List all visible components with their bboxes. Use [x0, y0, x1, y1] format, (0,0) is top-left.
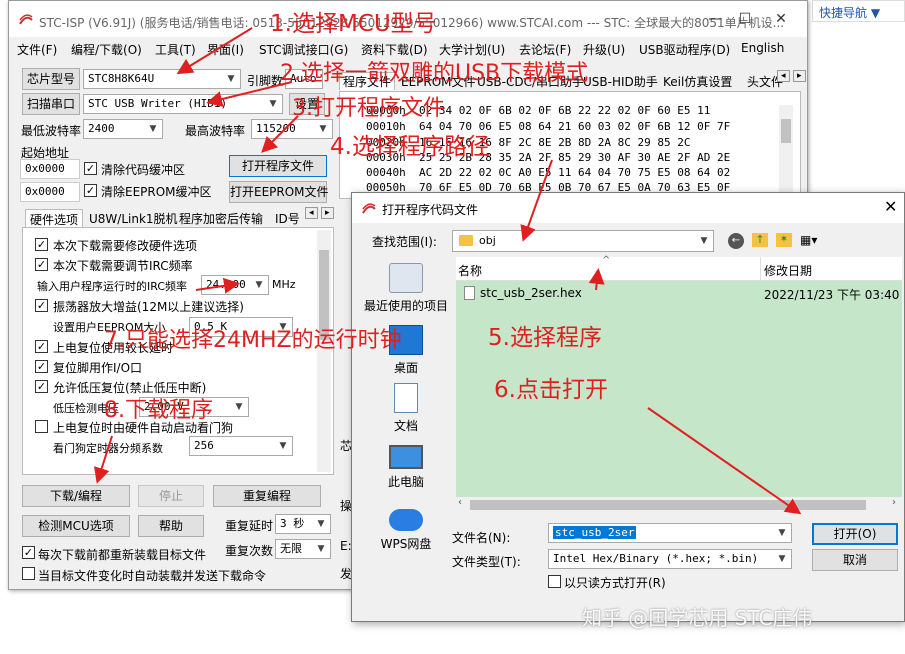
arrow-6	[647, 407, 802, 515]
annotation-step-7: 7.只能选择24MHZ的运行时钟	[104, 328, 402, 353]
annotation-step-5: 5.选择程序	[488, 325, 602, 351]
arrow-7	[195, 277, 240, 294]
annotation-step-1: 1.选择MCU型号	[270, 11, 437, 37]
annotation-step-2: 2.选择一箭双雕的USB下载模式	[280, 61, 589, 86]
arrow-4	[520, 159, 553, 242]
arrow-5	[588, 268, 605, 291]
annotation-step-4: 4.选择程序路径	[330, 134, 490, 160]
annotation-step-6: 6.点击打开	[494, 377, 608, 403]
arrow-8	[94, 435, 113, 484]
arrow-1	[176, 27, 253, 75]
watermark: 知乎 @国学芯用 STC庄伟	[582, 606, 813, 630]
annotation-step-8: 8.下载程序	[104, 398, 213, 423]
annotation-step-3: 3.打开程序文件	[292, 96, 445, 121]
